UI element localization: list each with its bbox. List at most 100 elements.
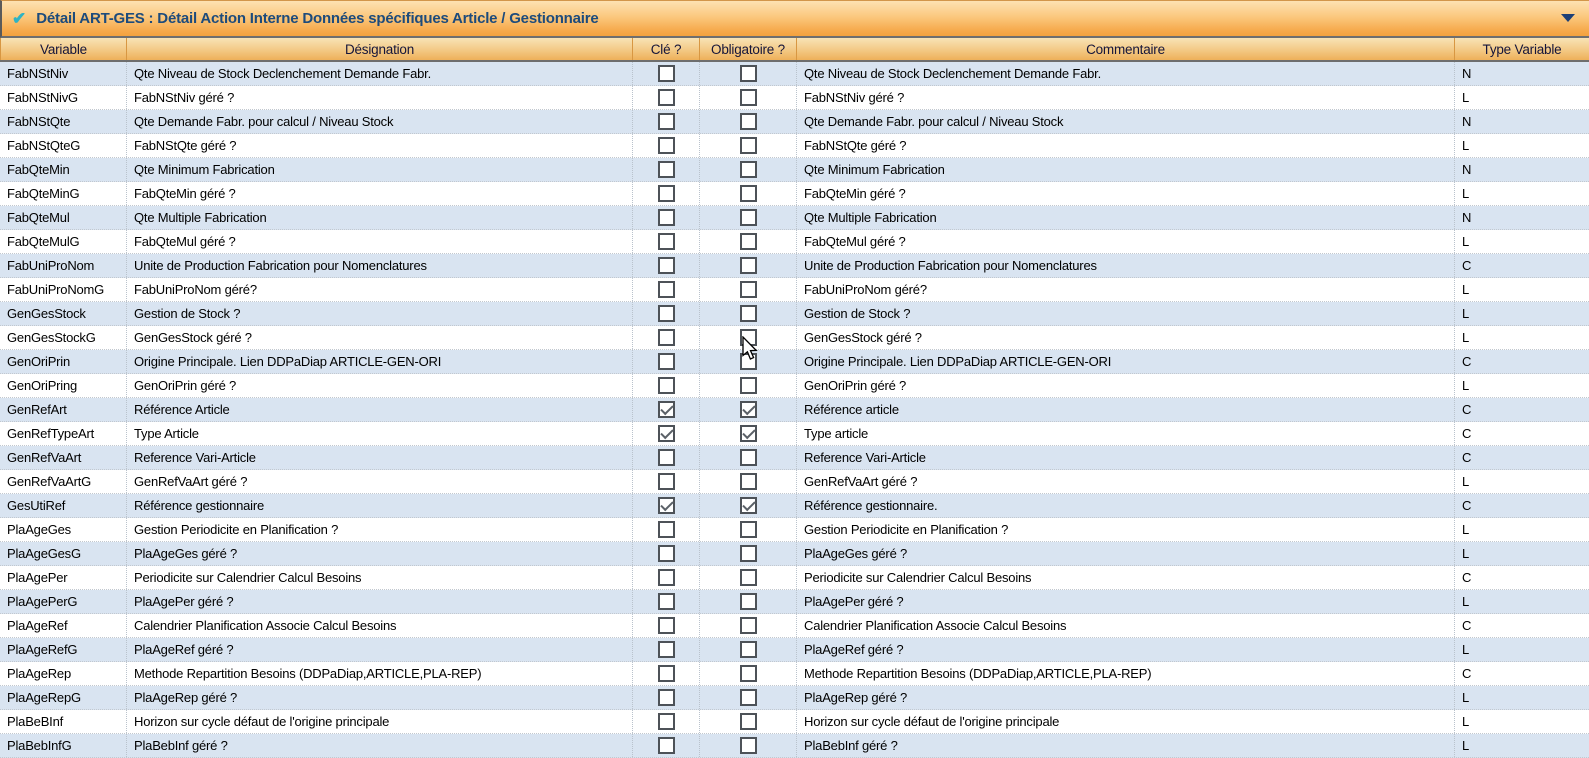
table-row[interactable]: FabNStNivQte Niveau de Stock Declencheme… (0, 62, 1589, 86)
obligatoire-checkbox[interactable] (740, 641, 757, 658)
table-row[interactable]: GenGesStockGestion de Stock ?Gestion de … (0, 302, 1589, 326)
obligatoire-checkbox[interactable] (740, 65, 757, 82)
table-row[interactable]: FabQteMulGFabQteMul géré ?FabQteMul géré… (0, 230, 1589, 254)
cle-checkbox[interactable] (658, 473, 675, 490)
obligatoire-checkbox[interactable] (740, 593, 757, 610)
table-row[interactable]: GesUtiRefRéférence gestionnaireRéférence… (0, 494, 1589, 518)
column-header-type-variable[interactable]: Type Variable (1455, 38, 1589, 60)
cle-checkbox[interactable] (658, 617, 675, 634)
cle-checkbox[interactable] (658, 329, 675, 346)
obligatoire-checkbox[interactable] (740, 449, 757, 466)
table-row[interactable]: GenRefVaArtReference Vari-ArticleReferen… (0, 446, 1589, 470)
column-header-obligatoire[interactable]: Obligatoire ? (700, 38, 797, 60)
table-row[interactable]: GenOriPringGenOriPrin géré ?GenOriPrin g… (0, 374, 1589, 398)
obligatoire-checkbox[interactable] (740, 497, 757, 514)
obligatoire-checkbox[interactable] (740, 569, 757, 586)
table-row[interactable]: PlaAgeGesGestion Periodicite en Planific… (0, 518, 1589, 542)
cle-checkbox[interactable] (658, 569, 675, 586)
cle-checkbox[interactable] (658, 689, 675, 706)
table-row[interactable]: PlaAgeGesGPlaAgeGes géré ?PlaAgeGes géré… (0, 542, 1589, 566)
table-row[interactable]: PlaAgeRefCalendrier Planification Associ… (0, 614, 1589, 638)
table-row[interactable]: FabNStNivGFabNStNiv géré ?FabNStNiv géré… (0, 86, 1589, 110)
cle-checkbox[interactable] (658, 401, 675, 418)
cle-checkbox[interactable] (658, 737, 675, 754)
cle-checkbox[interactable] (658, 305, 675, 322)
obligatoire-checkbox[interactable] (740, 689, 757, 706)
obligatoire-checkbox[interactable] (740, 377, 757, 394)
cle-checkbox[interactable] (658, 233, 675, 250)
obligatoire-checkbox[interactable] (740, 425, 757, 442)
table-row[interactable]: FabNStQteGFabNStQte géré ?FabNStQte géré… (0, 134, 1589, 158)
cell-designation: PlaAgeRep géré ? (127, 686, 633, 709)
obligatoire-checkbox[interactable] (740, 521, 757, 538)
table-row[interactable]: FabNStQteQte Demande Fabr. pour calcul /… (0, 110, 1589, 134)
obligatoire-checkbox[interactable] (740, 137, 757, 154)
cle-checkbox[interactable] (658, 497, 675, 514)
chevron-down-icon[interactable] (1561, 14, 1575, 22)
obligatoire-checkbox[interactable] (740, 401, 757, 418)
window-titlebar[interactable]: ✔ Détail ART-GES : Détail Action Interne… (0, 0, 1589, 38)
cell-cle (633, 686, 700, 709)
obligatoire-checkbox[interactable] (740, 473, 757, 490)
cell-designation: Qte Niveau de Stock Declenchement Demand… (127, 62, 633, 85)
cle-checkbox[interactable] (658, 449, 675, 466)
table-row[interactable]: PlaAgeRepGPlaAgeRep géré ?PlaAgeRep géré… (0, 686, 1589, 710)
obligatoire-checkbox[interactable] (740, 305, 757, 322)
cle-checkbox[interactable] (658, 521, 675, 538)
obligatoire-checkbox[interactable] (740, 329, 757, 346)
obligatoire-checkbox[interactable] (740, 713, 757, 730)
cle-checkbox[interactable] (658, 545, 675, 562)
table-row[interactable]: FabQteMulQte Multiple FabricationQte Mul… (0, 206, 1589, 230)
cle-checkbox[interactable] (658, 65, 675, 82)
column-header-variable[interactable]: Variable (0, 38, 127, 60)
table-row[interactable]: PlaBebInfGPlaBebInf géré ?PlaBebInf géré… (0, 734, 1589, 758)
cle-checkbox[interactable] (658, 161, 675, 178)
obligatoire-checkbox[interactable] (740, 665, 757, 682)
column-header-commentaire[interactable]: Commentaire (797, 38, 1455, 60)
obligatoire-checkbox[interactable] (740, 113, 757, 130)
table-row[interactable]: PlaAgeRefGPlaAgeRef géré ?PlaAgeRef géré… (0, 638, 1589, 662)
obligatoire-checkbox[interactable] (740, 185, 757, 202)
cell-type-variable: L (1455, 374, 1589, 397)
obligatoire-checkbox[interactable] (740, 353, 757, 370)
cle-checkbox[interactable] (658, 89, 675, 106)
obligatoire-checkbox[interactable] (740, 281, 757, 298)
table-row[interactable]: FabQteMinGFabQteMin géré ?FabQteMin géré… (0, 182, 1589, 206)
cle-checkbox[interactable] (658, 713, 675, 730)
table-row[interactable]: GenRefVaArtGGenRefVaArt géré ?GenRefVaAr… (0, 470, 1589, 494)
cle-checkbox[interactable] (658, 353, 675, 370)
obligatoire-checkbox[interactable] (740, 209, 757, 226)
table-row[interactable]: GenOriPrinOrigine Principale. Lien DDPaD… (0, 350, 1589, 374)
table-row[interactable]: FabUniProNomGFabUniProNom géré?FabUniPro… (0, 278, 1589, 302)
column-header-designation[interactable]: Désignation (127, 38, 633, 60)
obligatoire-checkbox[interactable] (740, 545, 757, 562)
cle-checkbox[interactable] (658, 137, 675, 154)
cle-checkbox[interactable] (658, 665, 675, 682)
obligatoire-checkbox[interactable] (740, 89, 757, 106)
table-row[interactable]: GenRefTypeArtType ArticleType articleC (0, 422, 1589, 446)
obligatoire-checkbox[interactable] (740, 161, 757, 178)
obligatoire-checkbox[interactable] (740, 233, 757, 250)
cle-checkbox[interactable] (658, 425, 675, 442)
table-row[interactable]: GenGesStockGGenGesStock géré ?GenGesStoc… (0, 326, 1589, 350)
table-row[interactable]: FabQteMinQte Minimum FabricationQte Mini… (0, 158, 1589, 182)
column-header-cle[interactable]: Clé ? (633, 38, 700, 60)
table-row[interactable]: PlaAgePerGPlaAgePer géré ?PlaAgePer géré… (0, 590, 1589, 614)
obligatoire-checkbox[interactable] (740, 737, 757, 754)
cle-checkbox[interactable] (658, 281, 675, 298)
table-row[interactable]: GenRefArtRéférence ArticleRéférence arti… (0, 398, 1589, 422)
obligatoire-checkbox[interactable] (740, 257, 757, 274)
cle-checkbox[interactable] (658, 257, 675, 274)
cle-checkbox[interactable] (658, 185, 675, 202)
cle-checkbox[interactable] (658, 593, 675, 610)
cle-checkbox[interactable] (658, 113, 675, 130)
table-row[interactable]: PlaAgeRepMethode Repartition Besoins (DD… (0, 662, 1589, 686)
cell-type-variable: N (1455, 206, 1589, 229)
table-row[interactable]: PlaAgePerPeriodicite sur Calendrier Calc… (0, 566, 1589, 590)
cle-checkbox[interactable] (658, 209, 675, 226)
cle-checkbox[interactable] (658, 377, 675, 394)
cle-checkbox[interactable] (658, 641, 675, 658)
table-row[interactable]: FabUniProNomUnite de Production Fabricat… (0, 254, 1589, 278)
table-row[interactable]: PlaBeBInfHorizon sur cycle défaut de l'o… (0, 710, 1589, 734)
obligatoire-checkbox[interactable] (740, 617, 757, 634)
